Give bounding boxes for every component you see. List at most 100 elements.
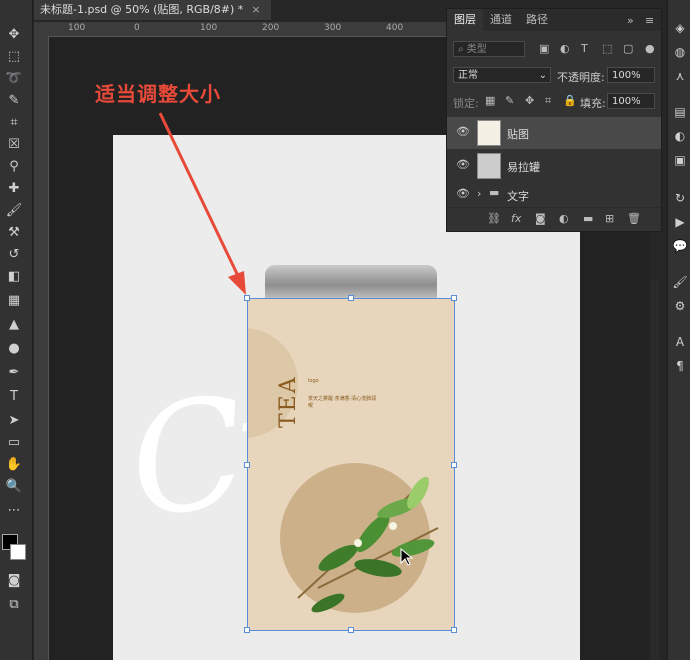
collapse-icon[interactable]: » — [627, 14, 634, 27]
marquee-tool-icon[interactable]: ⬚ — [4, 46, 24, 66]
path-select-tool-icon[interactable]: ➤ — [4, 410, 24, 430]
vertical-scrollbar[interactable] — [651, 280, 659, 660]
rectangle-tool-icon[interactable]: ▭ — [4, 432, 24, 452]
hand-tool-icon[interactable]: ✋ — [4, 454, 24, 474]
folder-icon: ▬ — [489, 186, 500, 199]
history-icon[interactable]: ↻ — [672, 190, 688, 206]
link-layers-icon[interactable]: ⛓ — [487, 212, 501, 225]
blend-mode-select[interactable]: 正常 ⌄ — [453, 67, 551, 83]
actions-icon[interactable]: ▶ — [672, 214, 688, 230]
new-group-icon[interactable]: ▬ — [583, 212, 593, 225]
zoom-tool-icon[interactable]: 🔍 — [4, 476, 24, 496]
transform-handle[interactable] — [451, 627, 457, 633]
new-layer-icon[interactable]: ⊞ — [605, 212, 614, 225]
lock-artboard-icon[interactable]: ⌗ — [545, 94, 551, 108]
filter-adjustment-icon[interactable]: ◐ — [560, 42, 570, 55]
blur-tool-icon[interactable]: ▲ — [4, 314, 24, 334]
filter-type-icon[interactable]: T — [581, 42, 588, 55]
tab-channels[interactable]: 通道 — [483, 9, 519, 31]
filter-shape-icon[interactable]: ⬚ — [602, 42, 612, 55]
opacity-value: 100% — [612, 70, 641, 81]
character-icon[interactable]: A — [672, 334, 688, 350]
adjustment-layer-icon[interactable]: ◐ — [559, 212, 569, 225]
layer-row[interactable]: 👁 易拉罐 — [447, 150, 661, 182]
visibility-eye-icon[interactable]: 👁 — [456, 158, 470, 171]
channels-panel-icon[interactable]: ◍ — [672, 44, 688, 60]
right-panel-dock: ◈ ◍ ⋏ ▤ ◐ ▣ ↻ ▶ 💬 🖌 ⚙ A ¶ — [667, 0, 690, 660]
blend-mode-value: 正常 — [458, 70, 478, 81]
crop-tool-icon[interactable]: ⌗ — [4, 112, 24, 132]
properties-icon[interactable]: ▣ — [672, 152, 688, 168]
lock-all-icon[interactable]: 🔒 — [563, 94, 577, 107]
brush-tool-icon[interactable]: 🖌 — [4, 200, 24, 220]
add-mask-icon[interactable]: ◙ — [535, 212, 546, 225]
visibility-eye-icon[interactable]: 👁 — [456, 187, 470, 200]
transform-handle[interactable] — [451, 462, 457, 468]
comments-icon[interactable]: 💬 — [672, 238, 688, 254]
eraser-tool-icon[interactable]: ◧ — [4, 266, 24, 286]
screen-mode-icon[interactable]: ⧉ — [4, 594, 24, 614]
quick-select-tool-icon[interactable]: ✎ — [4, 90, 24, 110]
background-color-swatch[interactable] — [10, 544, 26, 560]
ruler-tick: 300 — [324, 23, 342, 33]
brush-settings-icon[interactable]: ⚙ — [672, 298, 688, 314]
tab-layers[interactable]: 图层 — [447, 9, 483, 31]
filter-toggle-icon[interactable]: ● — [645, 42, 655, 55]
type-tool-icon[interactable]: T — [4, 386, 24, 406]
document-tab[interactable]: 未标题-1.psd @ 50% (贴图, RGB/8#) * × — [34, 0, 271, 20]
gradient-tool-icon[interactable]: ▦ — [4, 290, 24, 310]
stamp-tool-icon[interactable]: ⚒ — [4, 222, 24, 242]
paragraph-icon[interactable]: ¶ — [672, 358, 688, 374]
lock-pixels-icon[interactable]: ✎ — [505, 94, 514, 107]
paths-panel-icon[interactable]: ⋏ — [672, 68, 688, 84]
fill-value: 100% — [612, 96, 641, 107]
lock-position-icon[interactable]: ✥ — [525, 94, 534, 107]
filter-pixel-icon[interactable]: ▣ — [539, 42, 549, 55]
chevron-right-icon[interactable]: › — [477, 187, 481, 200]
chevron-down-icon: ⌄ — [538, 70, 547, 81]
layers-panel-icon[interactable]: ◈ — [672, 20, 688, 36]
annotation-text: 适当调整大小 — [95, 82, 221, 106]
delete-layer-icon[interactable]: 🗑 — [627, 212, 641, 225]
move-tool-icon[interactable]: ✥ — [4, 24, 24, 44]
tab-paths[interactable]: 路径 — [519, 9, 555, 31]
transform-handle[interactable] — [244, 627, 250, 633]
ruler-tick: 200 — [262, 23, 280, 33]
transform-handle[interactable] — [244, 462, 250, 468]
layer-name: 贴图 — [507, 128, 529, 141]
transform-handle[interactable] — [348, 295, 354, 301]
document-tab-title: 未标题-1.psd @ 50% (贴图, RGB/8#) * — [40, 3, 244, 16]
libraries-icon[interactable]: ▤ — [672, 104, 688, 120]
layer-row[interactable]: 👁 贴图 — [447, 117, 661, 149]
filter-smart-object-icon[interactable]: ▢ — [623, 42, 633, 55]
close-icon[interactable]: × — [251, 3, 260, 16]
fx-icon[interactable]: fx — [511, 212, 521, 225]
transform-handle[interactable] — [348, 627, 354, 633]
visibility-eye-icon[interactable]: 👁 — [456, 125, 470, 138]
filter-placeholder: 类型 — [466, 44, 487, 55]
dodge-tool-icon[interactable]: ● — [4, 338, 24, 358]
frame-tool-icon[interactable]: ☒ — [4, 134, 24, 154]
layer-group-row[interactable]: 👁 › ▬ 文字 — [447, 183, 661, 205]
layers-panel: 图层 通道 路径 » ≡ ⌕ 类型 ▣ ◐ T ⬚ ▢ ● 正常 ⌄ 不透明度: … — [446, 8, 662, 232]
more-tools-icon[interactable]: ⋯ — [4, 500, 24, 520]
panel-tabs: 图层 通道 路径 » ≡ — [447, 9, 661, 31]
layer-filter-select[interactable]: ⌕ 类型 — [453, 41, 525, 57]
lock-transparency-icon[interactable]: ▦ — [485, 94, 495, 107]
quick-mask-icon[interactable]: ◙ — [4, 570, 24, 590]
transform-handle[interactable] — [451, 295, 457, 301]
history-brush-tool-icon[interactable]: ↺ — [4, 244, 24, 264]
ruler-tick: 0 — [134, 23, 140, 33]
healing-brush-tool-icon[interactable]: ✚ — [4, 178, 24, 198]
adjustments-icon[interactable]: ◐ — [672, 128, 688, 144]
pen-tool-icon[interactable]: ✒ — [4, 362, 24, 382]
panel-menu-icon[interactable]: ≡ — [645, 14, 654, 27]
opacity-input[interactable]: 100% — [607, 67, 655, 83]
fill-input[interactable]: 100% — [607, 93, 655, 109]
transform-bounding-box[interactable] — [244, 295, 457, 633]
brushes-icon[interactable]: 🖌 — [672, 274, 688, 290]
lasso-tool-icon[interactable]: ➰ — [4, 68, 24, 88]
tools-toolbar: ✥ ⬚ ➰ ✎ ⌗ ☒ ⚲ ✚ 🖌 ⚒ ↺ ◧ ▦ ▲ ● ✒ T ➤ ▭ ✋ … — [0, 0, 33, 660]
eyedropper-tool-icon[interactable]: ⚲ — [4, 156, 24, 176]
vertical-ruler[interactable] — [34, 36, 49, 660]
